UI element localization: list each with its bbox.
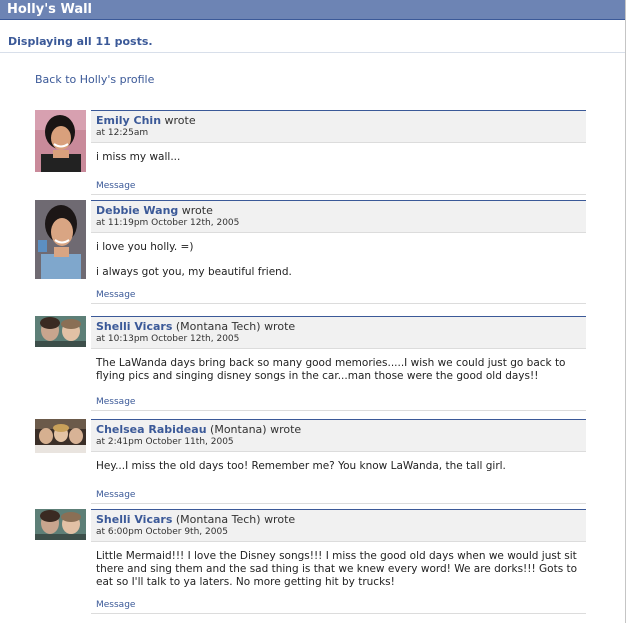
post-message: i love you holly. =) i always got you, m… <box>91 233 586 279</box>
wrote-label: wrote <box>164 114 196 127</box>
wrote-label: wrote <box>270 423 302 436</box>
wrote-label: wrote <box>264 513 296 526</box>
message-paragraph: i miss my wall... <box>96 151 181 163</box>
back-to-profile-link[interactable]: Back to Holly's profile <box>35 73 154 86</box>
post-time: at 6:00pm October 9th, 2005 <box>96 527 228 537</box>
message-link[interactable]: Message <box>96 290 135 300</box>
message-paragraph: The LaWanda days bring back so many good… <box>96 357 566 382</box>
author-network: (Montana) <box>210 423 267 436</box>
title-bar: Holly's Wall <box>0 0 625 20</box>
post-time: at 2:41pm October 11th, 2005 <box>96 437 234 447</box>
post-message: The LaWanda days bring back so many good… <box>91 349 586 383</box>
message-link[interactable]: Message <box>96 490 135 500</box>
avatar[interactable] <box>35 419 86 453</box>
message-link[interactable]: Message <box>96 181 135 191</box>
post-time: at 12:25am <box>96 128 149 138</box>
author-link[interactable]: Shelli Vicars <box>96 513 172 526</box>
post-time: at 10:13pm October 12th, 2005 <box>96 334 240 344</box>
message-paragraph: i always got you, my beautiful friend. <box>96 266 292 278</box>
message-link[interactable]: Message <box>96 397 135 407</box>
post-message: Little Mermaid!!! I love the Disney song… <box>91 542 586 589</box>
author-network: (Montana Tech) <box>175 513 261 526</box>
author-link[interactable]: Chelsea Rabideau <box>96 423 207 436</box>
post-message: Hey...I miss the old days too! Remember … <box>91 452 586 473</box>
wrote-label: wrote <box>181 204 213 217</box>
right-border <box>625 0 626 623</box>
author-link[interactable]: Emily Chin <box>96 114 161 127</box>
author-link[interactable]: Shelli Vicars <box>96 320 172 333</box>
message-paragraph: i love you holly. =) <box>96 241 194 253</box>
message-paragraph: Little Mermaid!!! I love the Disney song… <box>96 550 578 588</box>
page-title: Holly's Wall <box>7 2 93 17</box>
post-message: i miss my wall... <box>91 143 586 164</box>
message-link[interactable]: Message <box>96 600 135 610</box>
divider <box>0 52 625 53</box>
avatar[interactable] <box>35 316 86 347</box>
post-time: at 11:19pm October 12th, 2005 <box>96 218 240 228</box>
avatar[interactable] <box>35 200 86 279</box>
author-link[interactable]: Debbie Wang <box>96 204 178 217</box>
post-count-heading: Displaying all 11 posts. <box>8 35 153 48</box>
avatar[interactable] <box>35 509 86 540</box>
avatar[interactable] <box>35 110 86 172</box>
wrote-label: wrote <box>264 320 296 333</box>
message-paragraph: Hey...I miss the old days too! Remember … <box>96 460 506 472</box>
author-network: (Montana Tech) <box>175 320 261 333</box>
